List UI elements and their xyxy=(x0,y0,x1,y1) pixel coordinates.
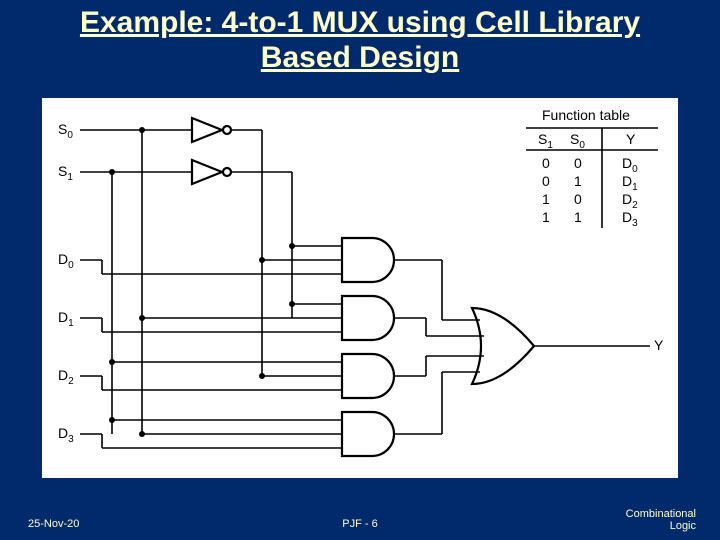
label-s0: S0 xyxy=(58,121,73,141)
label-d0: D0 xyxy=(58,251,74,271)
function-table-caption: Function table xyxy=(542,107,630,123)
and-gate-3 xyxy=(342,412,394,456)
title-line-2: Based Design xyxy=(261,41,459,74)
ft-r3-y: D3 xyxy=(622,209,638,229)
ft-r2-y: D2 xyxy=(622,191,638,211)
ft-r3-s0: 1 xyxy=(574,209,582,225)
footer-topic: Combinational Logic xyxy=(626,508,696,532)
mux-schematic: Function table S1 S0 Y 0 0 D0 0 1 D1 1 0… xyxy=(42,98,678,478)
or-gate xyxy=(472,308,534,384)
inverter-s0 xyxy=(192,118,231,142)
ft-r2-s0: 0 xyxy=(574,191,582,207)
ft-h-s0: S0 xyxy=(570,131,585,151)
ft-r0-y: D0 xyxy=(622,155,638,175)
label-s1: S1 xyxy=(58,163,73,183)
ft-h-s1: S1 xyxy=(538,131,553,151)
label-d2: D2 xyxy=(58,367,74,387)
slide-title: Example: 4-to-1 MUX using Cell Library B… xyxy=(0,6,720,75)
circuit-diagram: Function table S1 S0 Y 0 0 D0 0 1 D1 1 0… xyxy=(42,98,678,478)
slide: Example: 4-to-1 MUX using Cell Library B… xyxy=(0,0,720,540)
ft-r1-s1: 0 xyxy=(542,173,550,189)
label-d1: D1 xyxy=(58,309,74,329)
ft-h-y: Y xyxy=(626,131,636,147)
slide-footer: 25-Nov-20 PJF - 6 Combinational Logic xyxy=(0,504,720,532)
and-gate-2 xyxy=(342,354,394,398)
label-d3: D3 xyxy=(58,425,74,445)
ft-r1-s0: 1 xyxy=(574,173,582,189)
label-y: Y xyxy=(654,337,664,353)
ft-r3-s1: 1 xyxy=(542,209,550,225)
ft-r2-s1: 1 xyxy=(542,191,550,207)
ft-r1-y: D1 xyxy=(622,173,638,193)
ft-r0-s1: 0 xyxy=(542,155,550,171)
inverter-s1 xyxy=(192,160,231,184)
and-gate-1 xyxy=(342,296,394,340)
title-line-1: Example: 4-to-1 MUX using Cell Library xyxy=(80,6,640,39)
footer-page: PJF - 6 xyxy=(0,518,720,530)
function-table: Function table S1 S0 Y 0 0 D0 0 1 D1 1 0… xyxy=(526,107,658,229)
and-gate-0 xyxy=(342,238,394,282)
ft-r0-s0: 0 xyxy=(574,155,582,171)
